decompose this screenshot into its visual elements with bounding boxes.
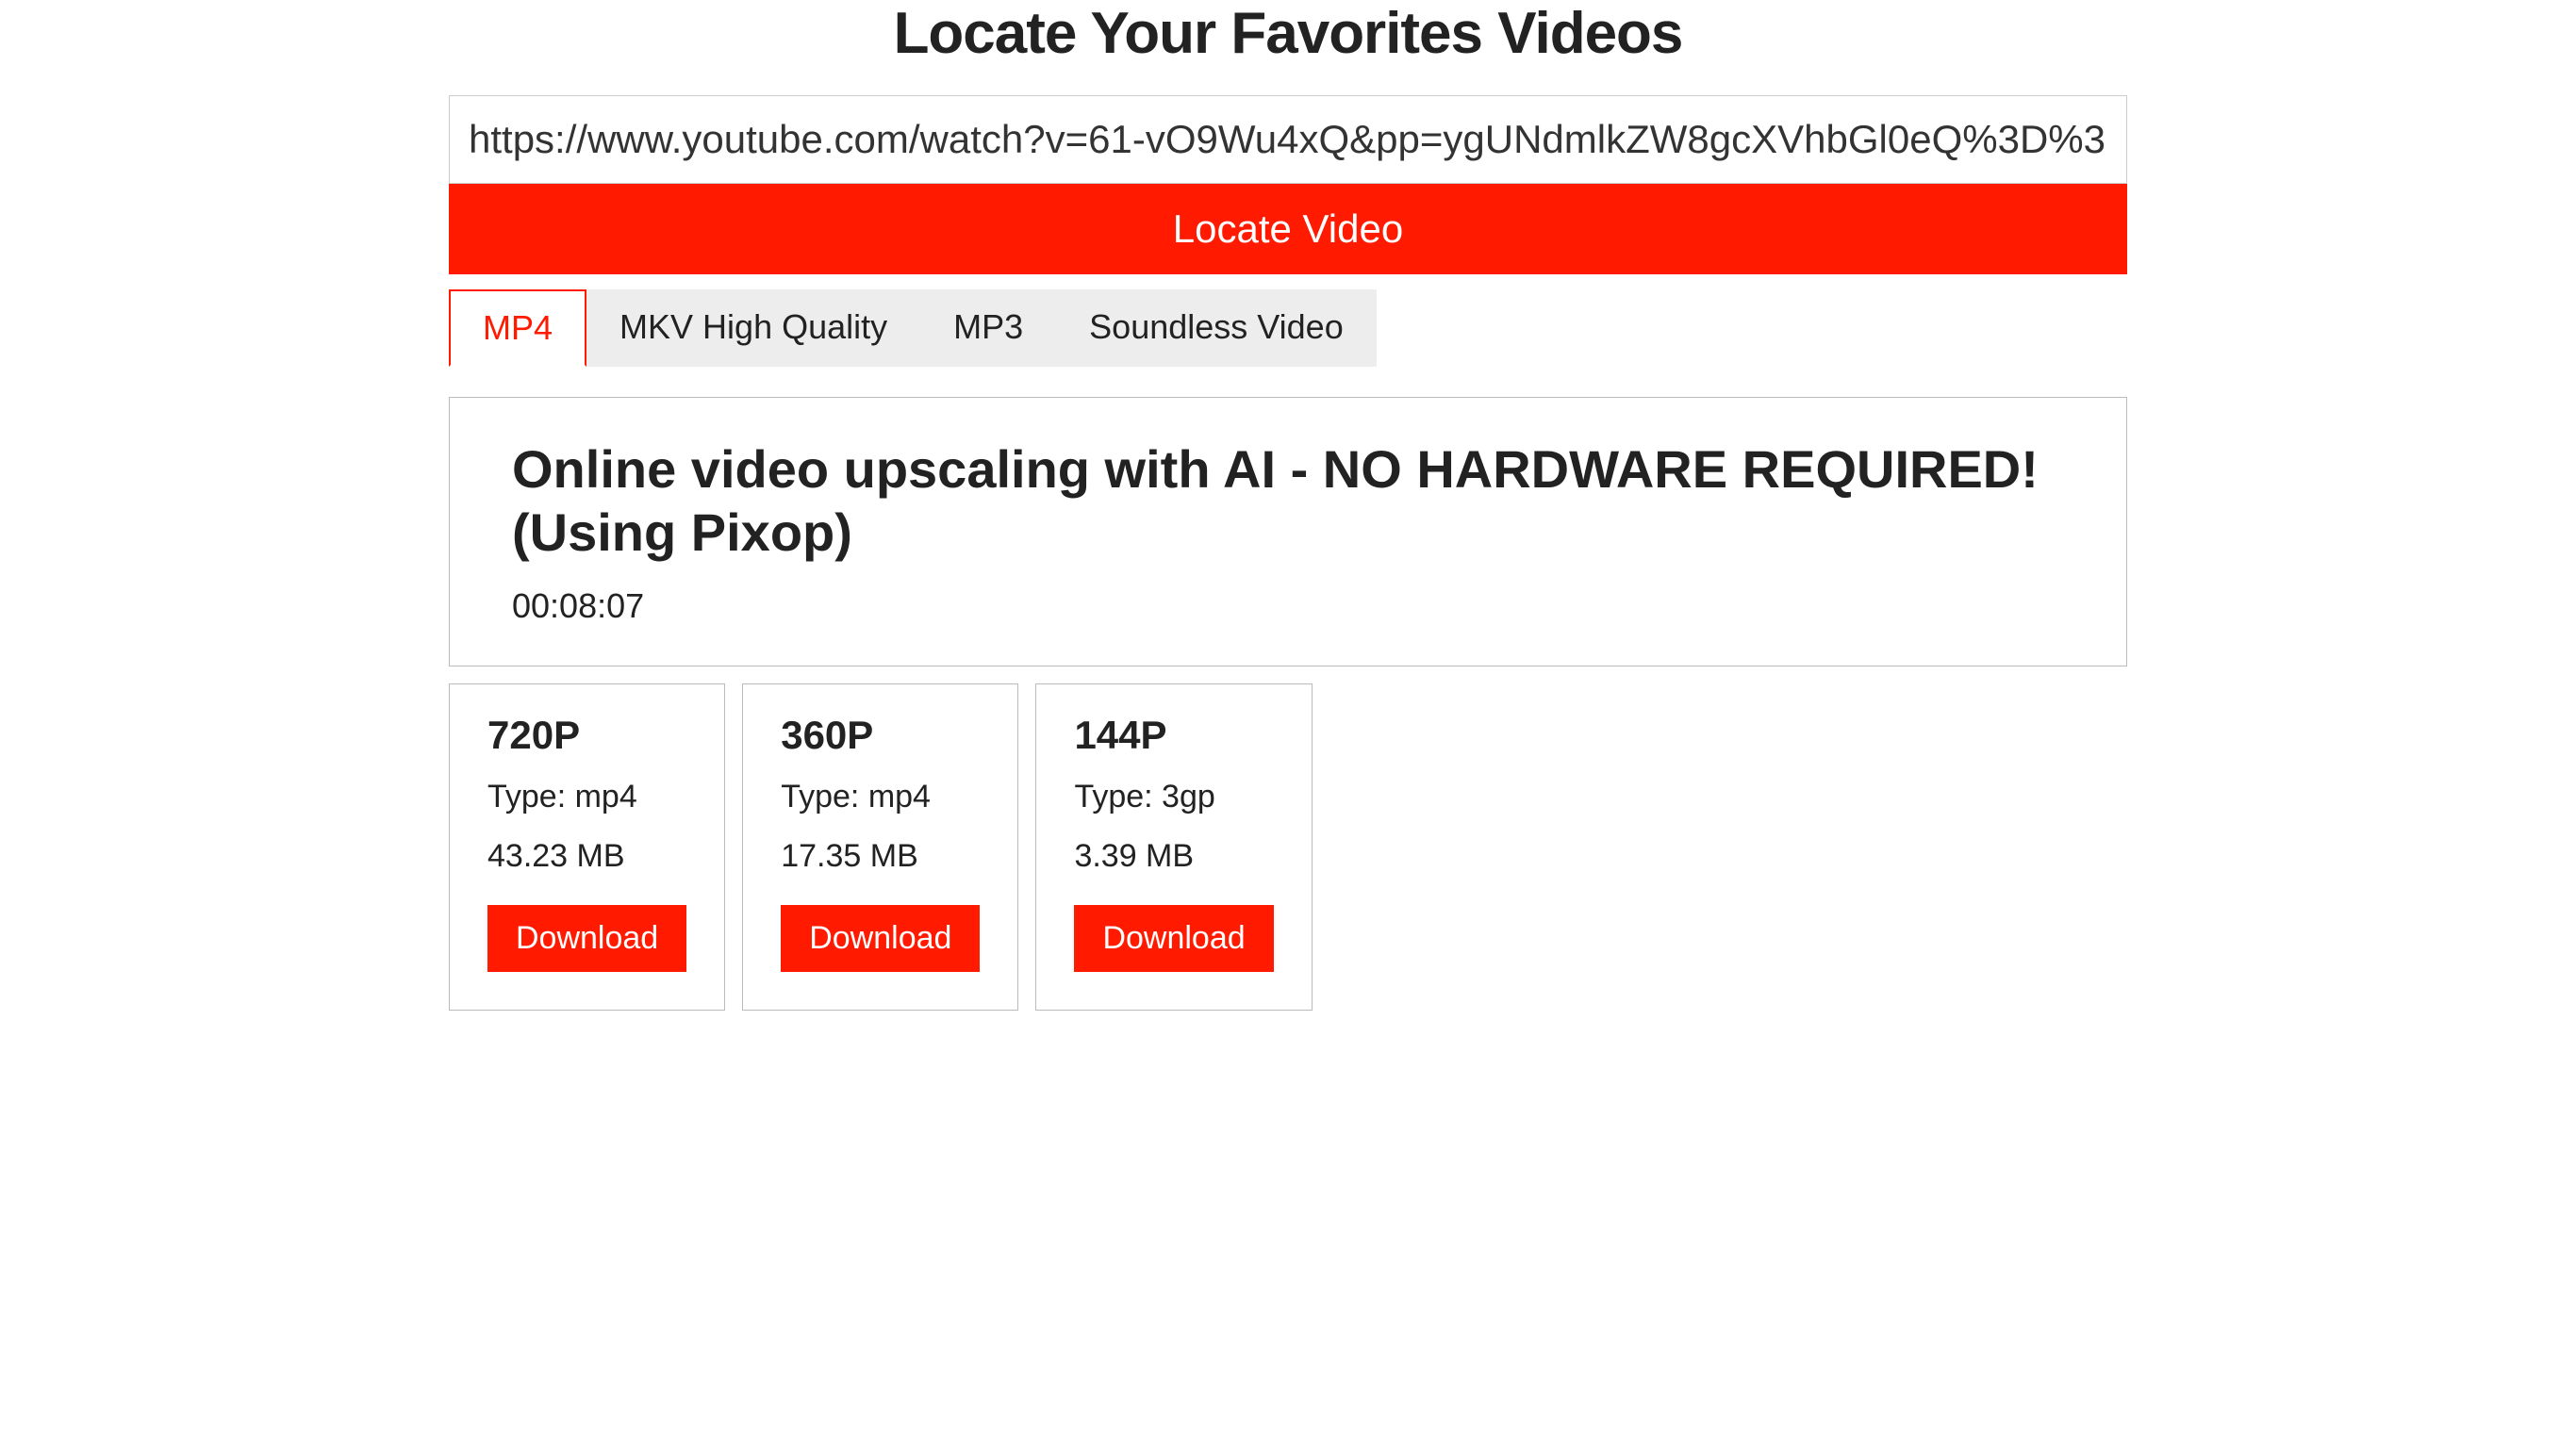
card-quality: 720P (487, 713, 686, 758)
download-card: 360P Type: mp4 17.35 MB Download (742, 683, 1018, 1011)
url-input-wrapper (449, 95, 2127, 184)
tab-mkv-high-quality[interactable]: MKV High Quality (586, 289, 920, 367)
card-quality: 144P (1074, 713, 1273, 758)
card-size: 3.39 MB (1074, 838, 1273, 875)
download-cards: 720P Type: mp4 43.23 MB Download 360P Ty… (449, 683, 2127, 1011)
page-title: Locate Your Favorites Videos (449, 0, 2127, 67)
locate-video-button[interactable]: Locate Video (449, 184, 2127, 274)
video-duration: 00:08:07 (512, 586, 2064, 626)
card-quality: 360P (781, 713, 980, 758)
card-type: Type: mp4 (487, 779, 686, 815)
download-button[interactable]: Download (1074, 905, 1273, 972)
card-size: 17.35 MB (781, 838, 980, 875)
tab-soundless-video[interactable]: Soundless Video (1056, 289, 1377, 367)
download-button[interactable]: Download (781, 905, 980, 972)
url-input[interactable] (450, 96, 2126, 183)
download-card: 144P Type: 3gp 3.39 MB Download (1035, 683, 1312, 1011)
video-title: Online video upscaling with AI - NO HARD… (512, 437, 2064, 564)
tab-mp3[interactable]: MP3 (920, 289, 1056, 367)
download-card: 720P Type: mp4 43.23 MB Download (449, 683, 725, 1011)
download-button[interactable]: Download (487, 905, 686, 972)
card-size: 43.23 MB (487, 838, 686, 875)
card-type: Type: 3gp (1074, 779, 1273, 815)
video-info: Online video upscaling with AI - NO HARD… (449, 397, 2127, 666)
tab-mp4[interactable]: MP4 (449, 289, 586, 367)
card-type: Type: mp4 (781, 779, 980, 815)
tabs: MP4 MKV High Quality MP3 Soundless Video (449, 289, 2127, 367)
